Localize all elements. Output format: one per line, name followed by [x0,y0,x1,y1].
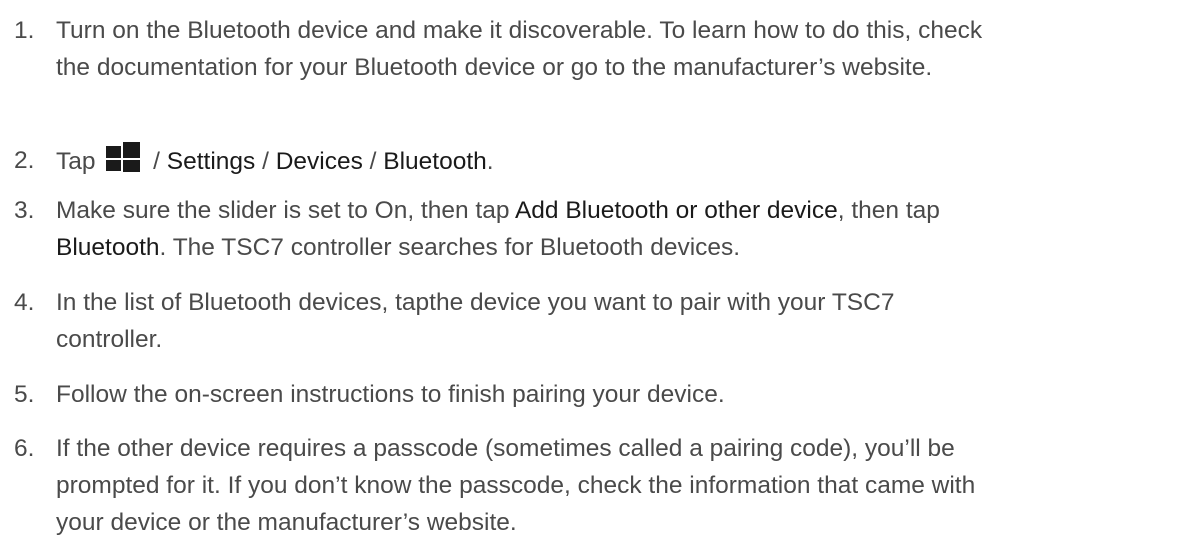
step-text-part: Make sure the slider is set to On, then … [56,197,515,224]
ui-label-bluetooth: Bluetooth [383,148,487,175]
windows-icon [106,142,141,172]
step-5: 5. Follow the on-screen instructions to … [14,376,1174,413]
path-separator: / [146,148,167,175]
step-6: 6. If the other device requires a passco… [14,430,1174,541]
step-1: 1. Turn on the Bluetooth device and make… [14,12,1174,86]
step-line: If the other device requires a passcode … [56,435,955,462]
ui-label-bluetooth: Bluetooth [56,234,160,261]
step-text-part: . The TSC7 controller searches for Bluet… [159,234,741,261]
step-line: In the list of Bluetooth devices, tapthe… [56,289,895,316]
step-text: Follow the on-screen instructions to fin… [56,376,1174,413]
step-2: 2. Tap / Settings / Devices / Bluetooth. [14,142,1174,180]
ui-label-devices: Devices [275,148,363,175]
step-text: Turn on the Bluetooth device and make it… [56,12,1174,86]
step-number: 3. [14,197,35,224]
path-separator: / [362,148,384,175]
step-number: 5. [14,381,35,408]
step-number: 4. [14,289,35,316]
step-text: If the other device requires a passcode … [56,430,1174,541]
ui-label-settings: Settings [166,148,256,175]
path-separator: / [255,148,276,175]
document: 1. Turn on the Bluetooth device and make… [0,0,1181,554]
step-line: the documentation for your Bluetooth dev… [56,54,933,81]
step-text-prefix: Tap [56,148,96,175]
step-line: prompted for it. If you don’t know the p… [56,472,976,499]
step-text-part: , then tap [837,197,940,224]
step-text: In the list of Bluetooth devices, tapthe… [56,284,1174,358]
step-number: 6. [14,435,35,462]
step-4: 4. In the list of Bluetooth devices, tap… [14,284,1174,358]
step-line: Follow the on-screen instructions to fin… [56,381,725,408]
step-line: your device or the manufacturer’s websit… [56,509,517,536]
step-text-suffix: . [486,148,494,175]
step-text: Make sure the slider is set to On, then … [56,192,1174,266]
step-number: 1. [14,17,35,44]
ui-label-add-device: Add Bluetooth or other device [514,197,838,224]
step-line: Turn on the Bluetooth device and make it… [56,17,983,44]
step-number: 2. [14,147,35,174]
step-3: 3. Make sure the slider is set to On, th… [14,192,1174,266]
step-line: controller. [56,326,163,353]
step-text: Tap / Settings / Devices / Bluetooth. [56,142,1174,180]
